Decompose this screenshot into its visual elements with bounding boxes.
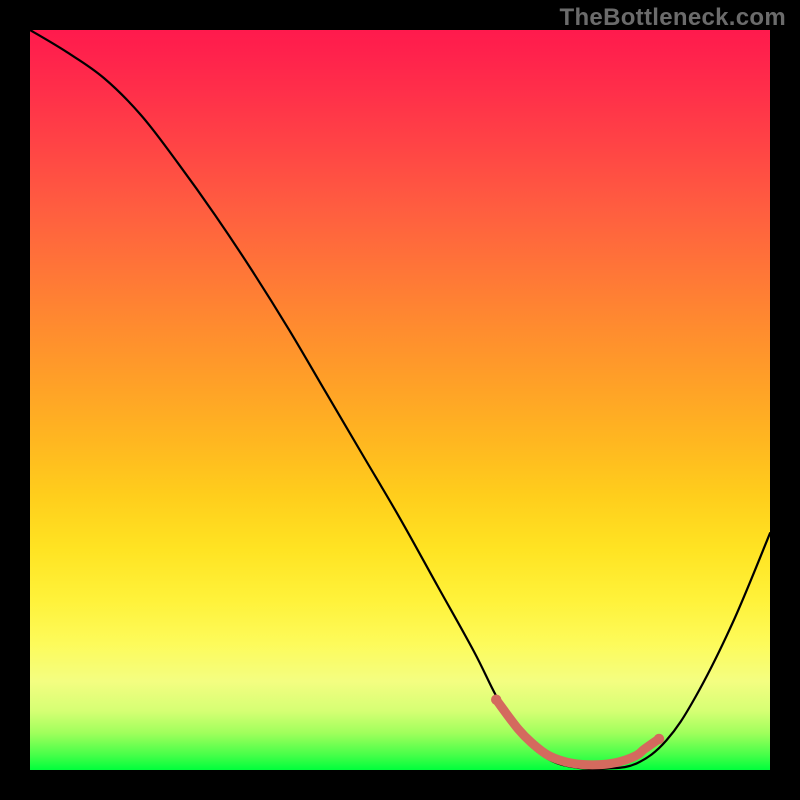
heat-gradient-background xyxy=(30,30,770,770)
chart-container: TheBottleneck.com xyxy=(0,0,800,800)
plot-area xyxy=(30,30,770,770)
watermark-text: TheBottleneck.com xyxy=(560,4,786,32)
